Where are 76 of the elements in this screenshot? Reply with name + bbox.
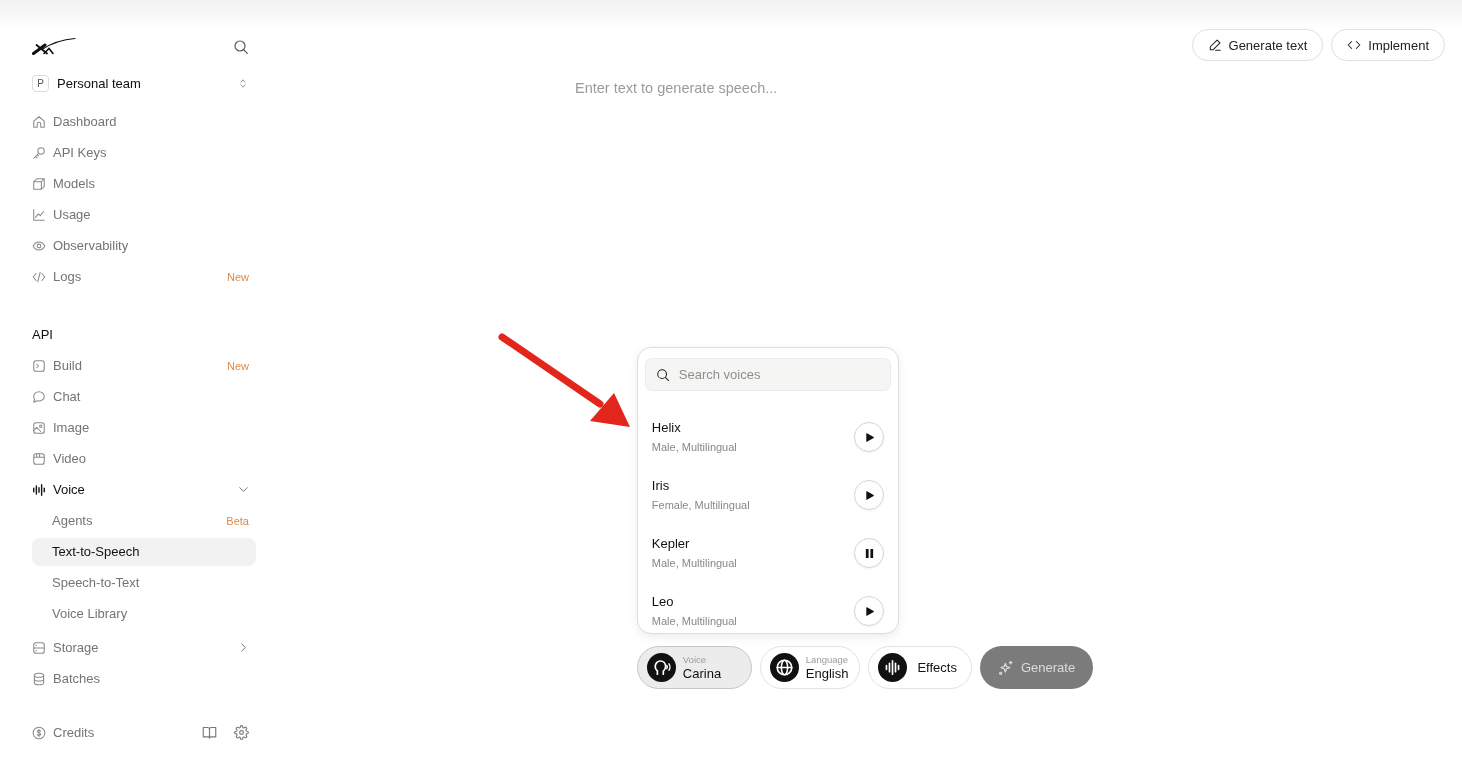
voice-name: Helix xyxy=(651,419,681,436)
generate-text-button[interactable]: Generate text xyxy=(1191,29,1324,61)
nav-item[interactable]: Image xyxy=(32,412,256,443)
nav-item[interactable]: Observability xyxy=(32,230,256,261)
nav-subitem[interactable]: Text-to-Speech xyxy=(32,537,256,566)
section-heading: API xyxy=(32,326,54,344)
cube-icon xyxy=(32,176,46,191)
search-field[interactable]: Search voices xyxy=(644,358,891,391)
nav-item[interactable]: Voice xyxy=(32,474,256,505)
settings-button[interactable] xyxy=(234,725,249,740)
globe-icon xyxy=(769,653,799,682)
team-switcher[interactable]: P Personal team xyxy=(32,71,256,95)
effects-button[interactable]: Effects xyxy=(868,646,972,689)
book-icon xyxy=(202,725,217,740)
home-icon xyxy=(32,114,46,129)
nav-item[interactable]: Batches xyxy=(32,663,256,694)
nav-item[interactable]: Chat xyxy=(32,381,256,412)
key-icon xyxy=(32,145,46,160)
voice-name: Leo xyxy=(651,593,674,610)
team-avatar: P xyxy=(32,74,49,92)
nav-item[interactable]: Build New xyxy=(32,350,256,381)
database-icon xyxy=(32,671,46,686)
nav-subitem[interactable]: Agents Beta xyxy=(32,506,256,535)
implement-button[interactable]: Implement xyxy=(1331,29,1445,61)
play-button[interactable] xyxy=(853,480,884,510)
play-icon xyxy=(863,489,875,501)
image-icon xyxy=(32,420,46,435)
chevron-up-down-icon xyxy=(238,77,248,89)
nav-item[interactable]: Models xyxy=(32,168,256,199)
play-icon xyxy=(863,605,875,617)
code-icon xyxy=(1347,38,1362,52)
voice-description: Male, Multilingual xyxy=(651,440,737,455)
settings-icon xyxy=(234,725,249,740)
voice-name: Iris xyxy=(651,477,670,494)
status-label: New xyxy=(227,359,249,372)
voice-description: Male, Multilingual xyxy=(651,556,737,571)
nav-subitem[interactable]: Speech-to-Text xyxy=(32,568,256,597)
nav-subitem[interactable]: Voice Library xyxy=(32,599,256,628)
nav-item[interactable]: Storage xyxy=(32,632,256,663)
nav-item[interactable]: Video xyxy=(32,443,256,474)
status-label: New xyxy=(227,270,249,283)
nav-item[interactable]: API Keys xyxy=(32,137,256,168)
code-icon xyxy=(32,269,46,284)
pause-icon xyxy=(863,547,875,559)
status-label: Beta xyxy=(226,514,249,527)
docs-button[interactable] xyxy=(202,725,217,740)
speech-bubble-icon xyxy=(32,389,46,404)
play-button[interactable] xyxy=(853,596,884,626)
credits-link[interactable]: Credits xyxy=(32,717,185,748)
eye-icon xyxy=(32,238,46,253)
voice-description: Male, Multilingual xyxy=(651,614,737,629)
search-icon xyxy=(233,39,249,55)
search-button[interactable] xyxy=(233,39,249,55)
search-icon xyxy=(655,367,670,382)
nav-item[interactable]: Dashboard xyxy=(32,106,256,137)
server-icon xyxy=(32,640,46,655)
waveform-icon xyxy=(32,482,46,497)
play-button[interactable] xyxy=(853,422,884,452)
voice-picker[interactable]: Voice Carina xyxy=(636,646,752,689)
waveform-icon xyxy=(878,653,908,682)
pause-button[interactable] xyxy=(853,538,884,568)
terminal-icon xyxy=(32,358,46,373)
nav-item[interactable]: Usage xyxy=(32,199,256,230)
text-input-field[interactable]: Enter text to generate speech... xyxy=(575,78,1175,298)
clapperboard-icon xyxy=(32,451,46,466)
play-icon xyxy=(863,431,875,443)
language-picker[interactable]: Language English xyxy=(759,646,861,689)
logo xyxy=(32,36,76,55)
dollar-coin-icon xyxy=(32,725,46,740)
line-chart-icon xyxy=(32,207,46,222)
pencil-icon xyxy=(1207,38,1222,52)
voice-description: Female, Multilingual xyxy=(651,498,750,513)
sparkle-icon xyxy=(997,659,1014,676)
nav-item[interactable]: Logs New xyxy=(32,261,256,292)
speaking-head-icon xyxy=(646,653,676,682)
voice-name: Kepler xyxy=(651,535,690,552)
